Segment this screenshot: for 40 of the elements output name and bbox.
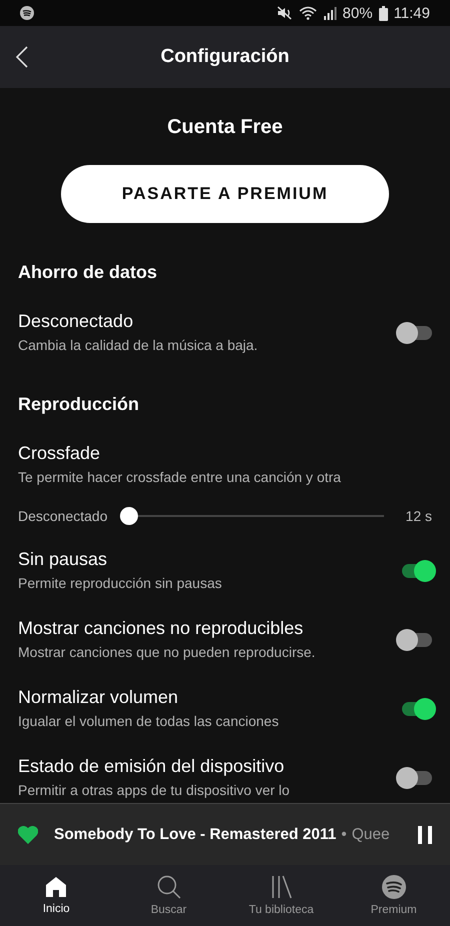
wifi-icon: [298, 6, 317, 20]
signal-icon: [322, 6, 337, 20]
setting-title: Desconectado: [18, 310, 134, 332]
crossfade-slider[interactable]: [120, 507, 384, 525]
battery-icon: [378, 6, 388, 20]
setting-title: Estado de emisión del dispositivo: [18, 755, 284, 777]
setting-title: Sin pausas: [18, 548, 108, 570]
track-title: Somebody To Love - Remastered 2011: [54, 826, 336, 844]
setting-title: Mostrar canciones no reproducibles: [18, 617, 304, 639]
setting-title: Normalizar volumen: [18, 686, 178, 708]
section-heading: Reproducción: [17, 393, 140, 416]
slider-min-label: Desconectado: [18, 508, 108, 524]
like-button[interactable]: [18, 826, 38, 844]
account-plan: Cuenta Free: [167, 115, 283, 140]
search-icon: [156, 875, 181, 899]
battery-level: 80%: [342, 4, 373, 22]
premium-logo-icon: [382, 875, 406, 899]
setting-description: Te permite hacer crossfade entre una canción y otra: [18, 468, 341, 486]
clock: 11:49: [394, 4, 430, 22]
app-logo-icon: [20, 6, 34, 20]
slider-max-label: 12 s: [406, 508, 432, 524]
screen-title: Configuración: [160, 46, 290, 68]
nav-tab[interactable]: Buscar: [112, 865, 225, 926]
nav-tab[interactable]: Premium: [338, 865, 450, 926]
setting-title: Crossfade: [18, 442, 100, 464]
setting-description: Permite reproducción sin pausas: [18, 574, 222, 592]
setting-description: Permitir a otras apps de tu dispositivo ver lo: [18, 781, 290, 799]
artist-name: Quee: [352, 826, 390, 844]
upgrade-button[interactable]: PASARTE A PREMIUM: [61, 165, 389, 223]
setting-description: Cambia la calidad de la música a baja.: [18, 336, 258, 354]
separator: •: [341, 826, 347, 844]
nav-tab[interactable]: Inicio: [0, 865, 112, 926]
pause-button[interactable]: [418, 826, 432, 844]
home-icon: [45, 876, 68, 898]
setting-description: Mostrar canciones que no pueden reproducirse.: [18, 643, 316, 661]
library-icon: [270, 875, 292, 899]
nav-tab[interactable]: Tu biblioteca: [225, 865, 338, 926]
section-heading: Ahorro de datos: [17, 261, 158, 284]
mute-icon: [276, 6, 293, 20]
setting-description: Igualar el volumen de todas las canciones: [18, 712, 279, 730]
